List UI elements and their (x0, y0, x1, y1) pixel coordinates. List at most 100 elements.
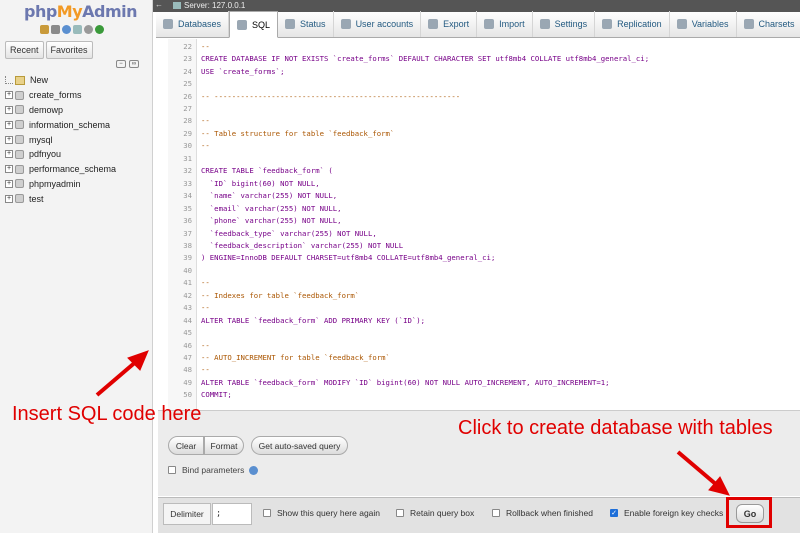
retain-query-box-checkbox[interactable] (396, 509, 404, 517)
db-tree-item[interactable]: + phpmyadmin (5, 177, 150, 192)
code-line: 50 COMMIT; (168, 389, 232, 402)
collapse-all-icon[interactable]: − (116, 60, 126, 68)
database-icon (15, 135, 24, 145)
favorites-button[interactable]: Favorites (45, 41, 93, 59)
clear-button[interactable]: Clear (168, 436, 204, 455)
db-tree-item[interactable]: + information_schema (5, 117, 150, 132)
db-tree-label[interactable]: demowp (29, 105, 63, 115)
expand-icon[interactable]: + (5, 194, 13, 203)
code-line: 24 USE `create_forms`; (168, 65, 284, 78)
code-line: 48 -- (168, 364, 210, 377)
db-tree-item[interactable]: New (5, 73, 150, 88)
db-tree-item[interactable]: + mysql (5, 132, 150, 147)
tab-export[interactable]: Export (421, 11, 478, 37)
line-number: 31 (183, 153, 192, 163)
bind-parameters-option[interactable]: Bind parameters (168, 465, 259, 475)
db-tree-label[interactable]: performance_schema (29, 164, 116, 174)
db-tree-label[interactable]: create_forms (29, 90, 82, 100)
code-text: -- (201, 116, 210, 126)
line-number: 38 (183, 240, 192, 250)
tab-sql[interactable]: SQL (229, 11, 279, 38)
expand-icon[interactable]: + (5, 150, 13, 159)
wrench-icon (539, 19, 550, 29)
line-number: 25 (183, 79, 192, 89)
tab-label: Settings (554, 19, 588, 29)
code-text: ALTER TABLE `feedback_form` ADD PRIMARY … (201, 315, 426, 325)
line-number: 40 (183, 265, 192, 275)
expand-icon[interactable]: + (5, 165, 13, 174)
server-icon (173, 2, 181, 10)
code-text: USE `create_forms`; (201, 66, 285, 76)
expand-icon[interactable]: + (5, 105, 13, 114)
status-icon (285, 19, 296, 29)
line-number: 26 (183, 91, 192, 101)
code-text: ) ENGINE=InnoDB DEFAULT CHARSET=utf8mb4 … (201, 253, 496, 263)
rollback-checkbox[interactable] (492, 509, 500, 517)
get-auto-saved-query-button[interactable]: Get auto-saved query (251, 436, 348, 455)
logout-icon[interactable] (51, 25, 60, 34)
phpmyadmin-logo[interactable]: phpMyAdmin (24, 2, 138, 21)
tab-import[interactable]: Import (477, 11, 533, 37)
show-query-option[interactable]: Show this query here again (263, 508, 380, 518)
foreign-key-checks-option[interactable]: ✓ Enable foreign key checks (610, 508, 723, 518)
code-line: 40 (168, 264, 201, 277)
db-tree-label[interactable]: test (29, 194, 44, 204)
server-breadcrumb[interactable]: Server: 127.0.0.1 (173, 1, 245, 10)
info-icon[interactable] (249, 465, 259, 475)
database-icon (15, 90, 24, 100)
reload-icon[interactable] (95, 25, 104, 34)
delimiter-input[interactable]: ; (212, 503, 252, 525)
tab-databases[interactable]: Databases (156, 11, 230, 37)
link-icon[interactable]: ∞ (129, 60, 139, 68)
tab-status[interactable]: Status (278, 11, 334, 37)
code-line: 28 -- (168, 115, 210, 128)
home-icon[interactable] (40, 25, 49, 34)
code-text: `name` varchar(255) NOT NULL, (201, 191, 338, 201)
code-line: 41 -- (168, 277, 210, 290)
recent-button[interactable]: Recent (5, 41, 44, 59)
rollback-option[interactable]: Rollback when finished (492, 508, 593, 518)
retain-query-box-option[interactable]: Retain query box (396, 508, 474, 518)
code-text: `feedback_description` varchar(255) NOT … (201, 240, 404, 250)
code-line: 49 ALTER TABLE `feedback_form` MODIFY `ID… (168, 376, 609, 389)
bind-parameters-checkbox[interactable] (168, 466, 176, 474)
db-tree-label[interactable]: information_schema (29, 120, 110, 130)
tab-charsets[interactable]: Charsets (737, 11, 800, 37)
line-number: 43 (183, 303, 192, 313)
db-tree-item[interactable]: + test (5, 191, 150, 206)
tab-user-accounts[interactable]: User accounts (334, 11, 422, 37)
sql-icon (237, 19, 248, 30)
expand-icon[interactable]: + (5, 120, 13, 129)
db-tree-label[interactable]: mysql (29, 135, 53, 145)
format-button[interactable]: Format (204, 436, 244, 455)
db-tree-item[interactable]: + performance_schema (5, 162, 150, 177)
collapse-arrow-icon[interactable]: ← (155, 0, 163, 9)
sql-query-editor[interactable]: 22 -- 23 CREATE DATABASE IF NOT EXISTS `cre… (168, 39, 800, 410)
help-icon[interactable] (62, 25, 71, 34)
line-number: 24 (183, 66, 192, 76)
tab-label: Replication (617, 19, 662, 29)
db-tree-label[interactable]: New (30, 75, 48, 85)
db-tree-item[interactable]: + demowp (5, 103, 150, 118)
db-tree-item[interactable]: + create_forms (5, 88, 150, 103)
db-tree-label[interactable]: pdfnyou (29, 149, 61, 159)
tab-replication[interactable]: Replication (595, 11, 670, 37)
docs-icon[interactable] (73, 25, 82, 34)
expand-icon[interactable]: + (5, 135, 13, 144)
code-line: 23 CREATE DATABASE IF NOT EXISTS `create_… (168, 52, 649, 65)
expand-icon[interactable]: + (5, 91, 13, 100)
foreign-key-checks-checkbox[interactable]: ✓ (610, 509, 618, 517)
db-tree-item[interactable]: + pdfnyou (5, 147, 150, 162)
show-query-checkbox[interactable] (263, 509, 271, 517)
db-tree-label[interactable]: phpmyadmin (29, 179, 81, 189)
export-icon (428, 19, 439, 29)
tab-settings[interactable]: Settings (533, 11, 596, 37)
tab-variables[interactable]: Variables (670, 11, 737, 37)
bind-parameters-label: Bind parameters (182, 465, 245, 475)
code-text: -- Table structure for table `feedback_f… (201, 128, 395, 138)
database-tree: New + create_forms + demowp + information_sche… (5, 73, 150, 206)
code-text: -- Indexes for table `feedback_form` (201, 290, 360, 300)
gear-icon[interactable] (84, 25, 93, 34)
nav-icons (40, 25, 104, 34)
expand-icon[interactable]: + (5, 179, 13, 188)
